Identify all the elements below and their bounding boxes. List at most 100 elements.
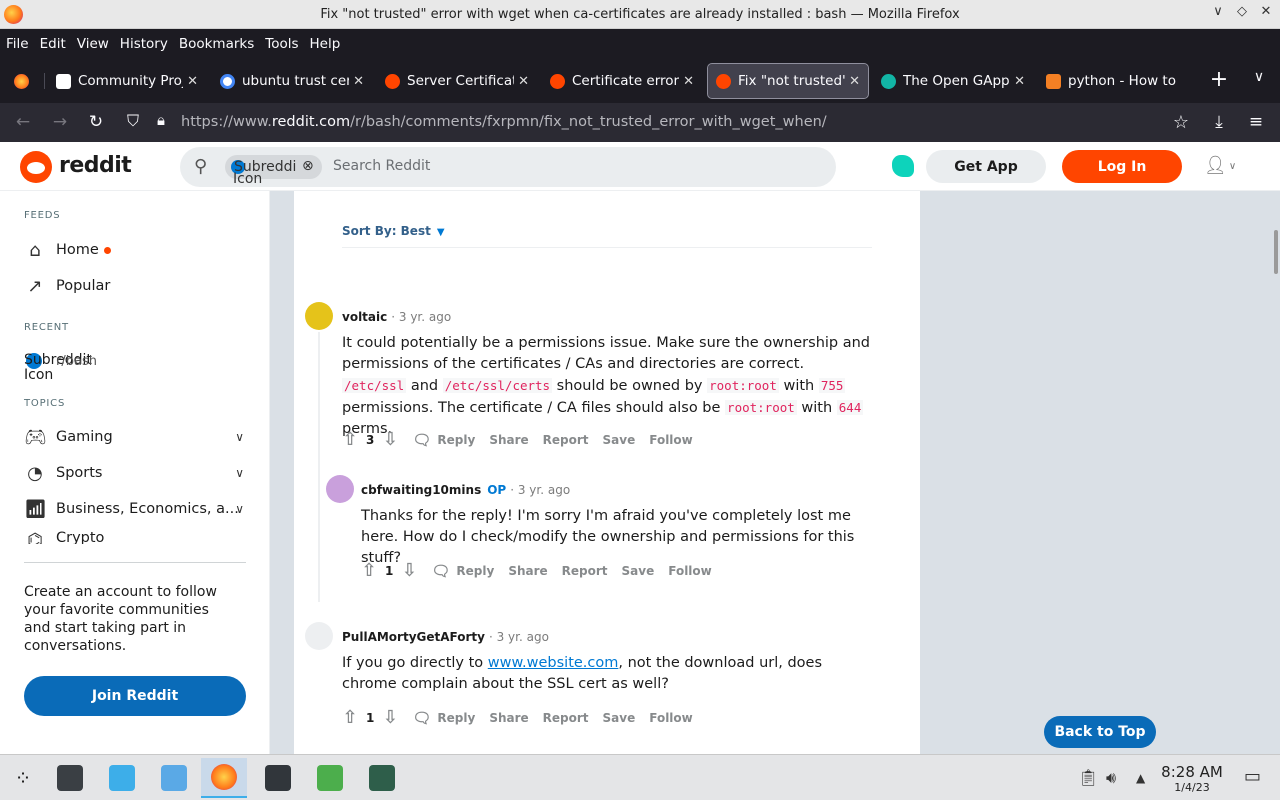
report-button[interactable]: Report bbox=[562, 564, 608, 578]
avatar[interactable] bbox=[305, 302, 333, 330]
menu-file[interactable]: File bbox=[6, 36, 29, 52]
report-button[interactable]: Report bbox=[543, 433, 589, 447]
url-bar[interactable]: ⛉ 🔒︎ https://www.reddit.com/r/bash/comme… bbox=[114, 107, 1199, 138]
close-tab-icon[interactable]: ✕ bbox=[849, 74, 860, 89]
close-tab-icon[interactable]: ✕ bbox=[187, 74, 198, 89]
join-reddit-button[interactable]: Join Reddit bbox=[24, 676, 246, 716]
sidebar-item-business[interactable]: 📶︎ Business, Economics, a... ∨ bbox=[24, 494, 246, 524]
menu-edit[interactable]: Edit bbox=[40, 36, 66, 52]
terminal-icon[interactable] bbox=[255, 758, 301, 798]
upvote-icon[interactable]: ⇧ bbox=[359, 560, 379, 581]
sidebar-item-home[interactable]: ⌂ Home bbox=[24, 235, 246, 265]
settings-app-icon[interactable] bbox=[47, 758, 93, 798]
sidebar-item-sports[interactable]: ◔ Sports ∨ bbox=[24, 458, 246, 488]
tab-server-certificate[interactable]: Server Certificate ✕ bbox=[377, 64, 537, 98]
close-tab-icon[interactable]: ✕ bbox=[683, 74, 694, 89]
comment-author[interactable]: cbfwaiting10mins OP · 3 yr. ago bbox=[361, 483, 570, 497]
thread-line[interactable] bbox=[318, 332, 320, 602]
close-tab-icon[interactable]: ✕ bbox=[518, 74, 529, 89]
reddit-logo-icon[interactable] bbox=[20, 151, 52, 183]
reload-button[interactable]: ↻ bbox=[85, 112, 107, 132]
back-to-top-button[interactable]: Back to Top bbox=[1044, 716, 1156, 748]
follow-button[interactable]: Follow bbox=[649, 711, 693, 725]
chevron-down-icon[interactable]: ∨ bbox=[235, 466, 244, 480]
tray-expand-icon[interactable]: ▲ bbox=[1136, 771, 1145, 785]
downvote-icon[interactable]: ⇩ bbox=[380, 707, 400, 728]
comment-author[interactable]: PullAMortyGetAForty · 3 yr. ago bbox=[342, 630, 549, 644]
sidebar-item-gaming[interactable]: 🎮︎ Gaming ∨ bbox=[24, 422, 246, 452]
comment-bubble-icon[interactable]: 🗨︎ bbox=[412, 709, 431, 727]
save-button[interactable]: Save bbox=[603, 711, 636, 725]
downvote-icon[interactable]: ⇩ bbox=[380, 429, 400, 450]
info-center-icon[interactable] bbox=[307, 758, 353, 798]
share-button[interactable]: Share bbox=[489, 711, 528, 725]
sort-dropdown[interactable]: Sort By: Best ▼ bbox=[342, 224, 445, 238]
tab-open-gapps[interactable]: The Open GApps ✕ bbox=[873, 64, 1033, 98]
downvote-icon[interactable]: ⇩ bbox=[399, 560, 419, 581]
comment-bubble-icon[interactable]: 🗨︎ bbox=[412, 431, 431, 449]
shield-icon[interactable]: ⛉ bbox=[122, 111, 144, 131]
menu-bookmarks[interactable]: Bookmarks bbox=[179, 36, 254, 52]
get-app-button[interactable]: Get App bbox=[926, 150, 1046, 183]
back-button[interactable]: ← bbox=[12, 112, 34, 132]
comment-author[interactable]: voltaic · 3 yr. ago bbox=[342, 310, 451, 324]
clipboard-icon[interactable]: 📋︎ bbox=[1078, 768, 1098, 787]
avatar[interactable] bbox=[326, 475, 354, 503]
reply-button[interactable]: Reply bbox=[437, 711, 475, 725]
comment-bubble-icon[interactable]: 🗨︎ bbox=[431, 562, 450, 580]
page-scrollbar[interactable] bbox=[1274, 230, 1278, 274]
new-tab-button[interactable]: + bbox=[1208, 67, 1230, 92]
share-button[interactable]: Share bbox=[489, 433, 528, 447]
menu-view[interactable]: View bbox=[77, 36, 109, 52]
forward-button[interactable]: → bbox=[49, 112, 71, 132]
user-menu-icon[interactable]: 👤︎ ∨ bbox=[1204, 155, 1236, 176]
log-in-button[interactable]: Log In bbox=[1062, 150, 1182, 183]
chevron-down-icon[interactable]: ∨ bbox=[235, 430, 244, 444]
save-button[interactable]: Save bbox=[622, 564, 655, 578]
close-window-button[interactable]: ✕ bbox=[1256, 4, 1276, 19]
save-button[interactable]: Save bbox=[603, 433, 636, 447]
tab-python-how-to[interactable]: python - How to bbox=[1038, 64, 1196, 98]
minimize-button[interactable]: ∨ bbox=[1208, 4, 1228, 19]
volume-icon[interactable]: 🔊︎ bbox=[1106, 768, 1116, 788]
list-tabs-chevron-icon[interactable]: ∨ bbox=[1248, 69, 1270, 85]
remove-chip-icon[interactable]: ⊗ bbox=[302, 158, 314, 174]
menu-help[interactable]: Help bbox=[310, 36, 341, 52]
file-manager-icon[interactable] bbox=[151, 758, 197, 798]
upvote-icon[interactable]: ⇧ bbox=[340, 429, 360, 450]
menu-history[interactable]: History bbox=[120, 36, 168, 52]
avatar[interactable] bbox=[305, 622, 333, 650]
website-link[interactable]: www.website.com bbox=[488, 655, 619, 671]
menu-tools[interactable]: Tools bbox=[265, 36, 298, 52]
close-tab-icon[interactable]: ✕ bbox=[1014, 74, 1025, 89]
hamburger-menu-icon[interactable]: ≡ bbox=[1245, 112, 1267, 132]
follow-button[interactable]: Follow bbox=[668, 564, 712, 578]
snoo-character-icon[interactable] bbox=[892, 155, 914, 177]
search-bar[interactable]: ⚲ Subreddi ⊗ Icon Search Reddit bbox=[180, 147, 836, 187]
show-desktop-icon[interactable]: ▭ bbox=[1244, 766, 1261, 787]
tab-certificate-error[interactable]: Certificate error ✕ bbox=[542, 64, 702, 98]
app-launcher-icon[interactable]: ⁘ bbox=[0, 758, 46, 798]
tab-fix-not-trusted[interactable]: Fix "not trusted" ✕ bbox=[707, 63, 869, 99]
tab-community-project[interactable]: Community Proje ✕ bbox=[48, 64, 206, 98]
report-button[interactable]: Report bbox=[543, 711, 589, 725]
bookmark-star-icon[interactable]: ☆ bbox=[1170, 112, 1192, 133]
maximize-button[interactable]: ◇ bbox=[1232, 4, 1252, 19]
chevron-down-icon[interactable]: ∨ bbox=[235, 502, 244, 516]
url-text[interactable]: https://www.reddit.com/r/bash/comments/f… bbox=[181, 114, 827, 130]
reply-button[interactable]: Reply bbox=[456, 564, 494, 578]
tab-ubuntu-trust-cert[interactable]: ubuntu trust cert ✕ bbox=[212, 64, 372, 98]
system-monitor-icon[interactable] bbox=[359, 758, 405, 798]
sidebar-item-recent-bash[interactable]: Subreddit Icon r/bash bbox=[24, 352, 97, 383]
firefox-view-button[interactable] bbox=[4, 64, 38, 98]
firefox-taskbar-icon[interactable] bbox=[201, 758, 247, 798]
discover-store-icon[interactable] bbox=[99, 758, 145, 798]
downloads-icon[interactable]: ⤓ bbox=[1208, 112, 1230, 132]
close-tab-icon[interactable]: ✕ bbox=[353, 74, 364, 89]
lock-icon[interactable]: 🔒︎ bbox=[150, 111, 172, 129]
reddit-wordmark[interactable]: reddit bbox=[59, 153, 132, 178]
follow-button[interactable]: Follow bbox=[649, 433, 693, 447]
upvote-icon[interactable]: ⇧ bbox=[340, 707, 360, 728]
sidebar-item-crypto[interactable]: ⌬ Crypto bbox=[24, 530, 246, 544]
search-input[interactable]: Search Reddit bbox=[333, 158, 430, 174]
